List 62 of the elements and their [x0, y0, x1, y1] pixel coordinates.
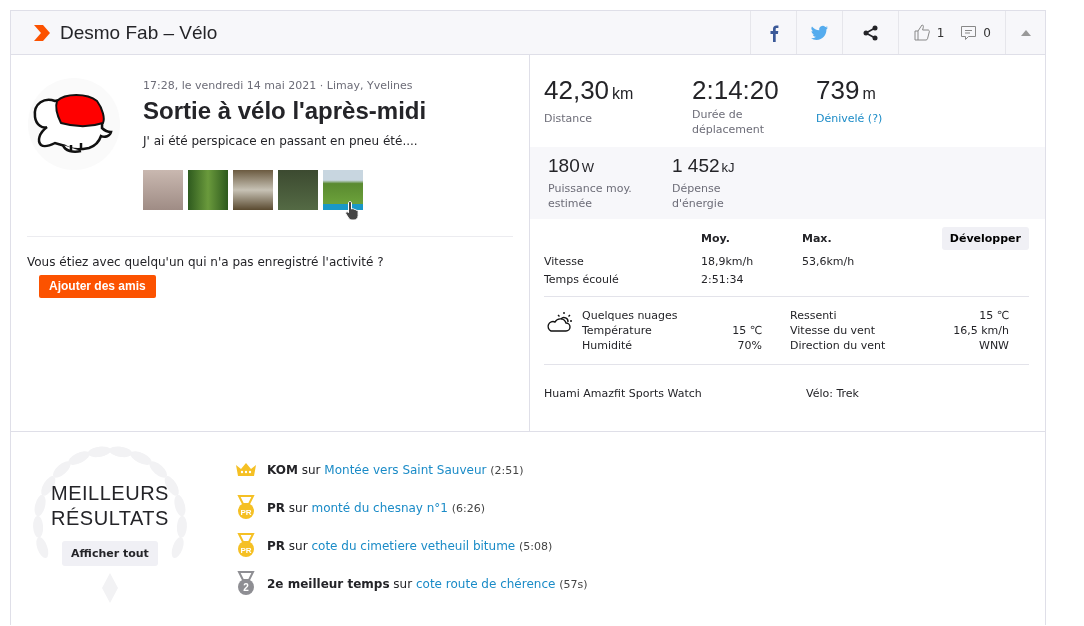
- stat-value: 2:14:20: [692, 75, 779, 105]
- comment-icon: [960, 24, 978, 41]
- activity-meta: 17:28, le vendredi 14 mai 2021 · Limay, Yvelines: [143, 79, 414, 92]
- partly-cloudy-icon: [546, 309, 574, 333]
- weather-label: Ressenti: [790, 309, 838, 322]
- achievement-text: PR sur cote du cimetiere vetheuil bitume (5:08): [267, 538, 553, 553]
- split-label: Temps écoulé: [544, 273, 620, 286]
- crown-icon: [235, 461, 257, 478]
- comments-button[interactable]: 0: [952, 24, 999, 41]
- segment-link[interactable]: cote route de chérence: [415, 576, 556, 591]
- photo-thumbnail[interactable]: [143, 170, 183, 210]
- weather-value: 70%: [736, 339, 762, 352]
- expand-button[interactable]: Développer: [941, 227, 1029, 250]
- achievement-text: PR sur monté du chesnay n°1 (6:26): [267, 500, 486, 515]
- stat-value: 180 W: [548, 155, 594, 178]
- thumbs-up-icon: [912, 23, 931, 42]
- stat-link[interactable]: Dénivelé (?): [816, 111, 940, 126]
- device-name: Huami Amazfit Sports Watch: [544, 387, 703, 400]
- friends-prompt: Vous étiez avec quelqu'un qui n'a pas enregistré l'activité ?: [27, 255, 385, 269]
- achievements-title: MEILLEURS RÉSULTATS: [50, 480, 170, 531]
- weather-label: Direction du vent: [790, 339, 887, 352]
- activity-description: J' ai été perspicace en passant en pneu été....: [143, 134, 419, 148]
- split-value: 53,6km/h: [802, 255, 856, 268]
- photo-thumbnail[interactable]: [278, 170, 318, 210]
- weather-value: WNW: [978, 339, 1009, 352]
- column-header: Moy.: [701, 232, 731, 245]
- weather-label: Humidité: [582, 339, 634, 352]
- stat-label: Distance: [544, 111, 594, 126]
- column-header: Max.: [802, 232, 833, 245]
- photo-thumbnail[interactable]: [233, 170, 273, 210]
- athlete-title: Desmo Fab – Vélo: [60, 21, 218, 44]
- split-label: Vitesse: [544, 255, 585, 268]
- weather-label: Vitesse du vent: [790, 324, 877, 337]
- weather-value: 16,5 km/h: [953, 324, 1009, 337]
- stat-label: Puissance moy. estimée: [548, 181, 633, 211]
- chevron-logo-icon: [33, 22, 51, 43]
- stat-value: 739 m: [816, 75, 876, 107]
- weather-value: 15 ℃: [732, 324, 762, 337]
- twitter-icon: [809, 23, 829, 42]
- bike-name: Vélo: Trek: [806, 387, 859, 400]
- activity-title: Sortie à vélo l'après-midi: [143, 97, 427, 125]
- achievement-text: KOM sur Montée vers Saint Sauveur (2:51): [267, 462, 524, 477]
- segment-link[interactable]: Montée vers Saint Sauveur: [324, 462, 487, 477]
- stat-value: 42,30 km: [544, 75, 634, 107]
- add-friends-button[interactable]: Ajouter des amis: [39, 275, 156, 298]
- weather-value: 15 ℃: [978, 309, 1009, 322]
- weather-label: Température: [582, 324, 653, 337]
- hand-cursor-icon: [345, 200, 361, 221]
- split-value: 2:51:34: [701, 273, 745, 286]
- stat-label: Dépense d'énergie: [672, 181, 725, 211]
- stat-label: Durée de déplacement: [692, 107, 766, 137]
- segment-link[interactable]: monté du chesnay n°1: [311, 500, 448, 515]
- kudos-button[interactable]: 1: [904, 23, 953, 42]
- photo-thumbnail[interactable]: [188, 170, 228, 210]
- caret-up-icon: [1020, 28, 1031, 37]
- share-icon: [862, 24, 878, 41]
- split-value: 18,9km/h: [701, 255, 755, 268]
- weather-condition: Quelques nuages: [582, 309, 679, 322]
- stat-value: 1 452 kJ: [672, 155, 735, 178]
- segment-link[interactable]: cote du cimetiere vetheuil bitume: [311, 538, 516, 553]
- show-all-button[interactable]: Afficher tout: [62, 540, 158, 566]
- achievement-text: 2e meilleur temps sur cote route de chérence (57s): [267, 576, 588, 591]
